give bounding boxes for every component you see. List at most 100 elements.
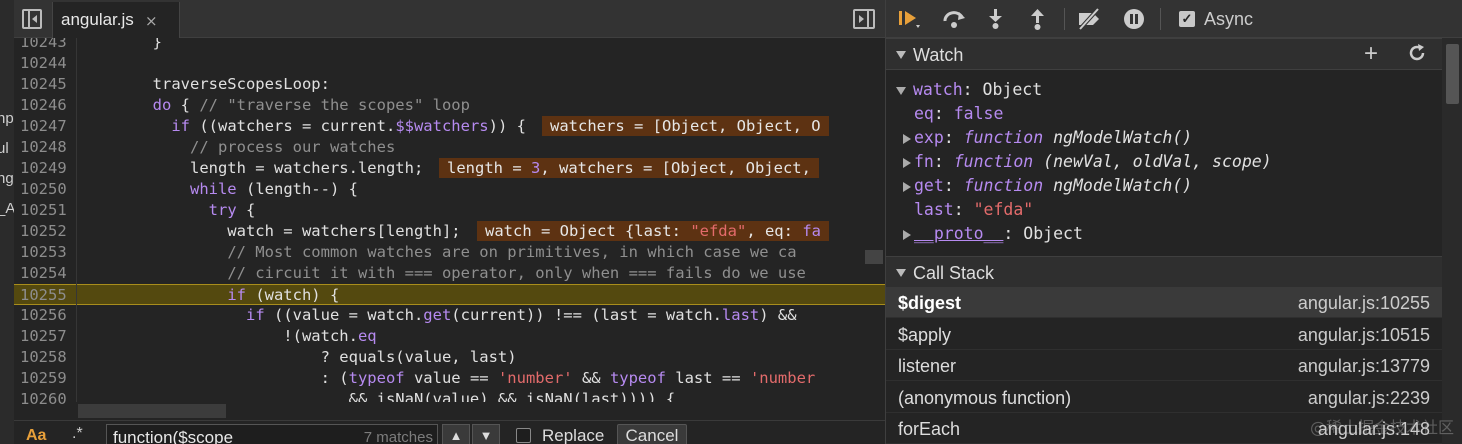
- code-line[interactable]: 10243 }: [14, 38, 885, 53]
- add-watch-button[interactable]: +: [1364, 42, 1378, 66]
- expand-icon[interactable]: [903, 182, 911, 192]
- code-area[interactable]: 10243 } 10244 10245 traverseScopesLoop: 102…: [14, 38, 885, 406]
- collapse-icon[interactable]: [896, 51, 906, 59]
- regex-button[interactable]: .*: [72, 425, 83, 443]
- code-line[interactable]: 10258 ? equals(value, last): [14, 347, 885, 368]
- code-line[interactable]: 10259 : (typeof value == 'number' && typ…: [14, 368, 885, 389]
- step-out-icon[interactable]: [1024, 6, 1052, 32]
- debugger-toolbar: ✓ Async: [886, 0, 1462, 38]
- code-line[interactable]: 10254 // circuit it with === operator, o…: [14, 263, 885, 284]
- vertical-scrollbar-thumb[interactable]: [865, 250, 883, 264]
- line-number[interactable]: 10246: [20, 95, 78, 116]
- expand-icon[interactable]: [903, 158, 911, 168]
- pause-on-exceptions-icon[interactable]: [1120, 6, 1148, 32]
- line-number[interactable]: 10245: [20, 74, 78, 95]
- navigator-fragment[interactable]: ul: [0, 140, 9, 157]
- watch-property-last[interactable]: last: "efda": [914, 198, 1033, 222]
- watch-property-proto[interactable]: __proto__: Object: [903, 222, 1083, 246]
- code-line[interactable]: 10253 // Most common watches are on prim…: [14, 242, 885, 263]
- expand-icon[interactable]: [903, 134, 911, 144]
- call-stack-frame[interactable]: $digest angular.js:10255: [886, 287, 1442, 318]
- tab-label: angular.js: [61, 10, 134, 29]
- code-line[interactable]: 10247 if ((watchers = current.$$watchers…: [14, 116, 885, 137]
- match-case-button[interactable]: Aa: [26, 427, 46, 444]
- line-number[interactable]: 10244: [20, 53, 78, 74]
- current-execution-line[interactable]: 10255 if (watch) {: [14, 284, 885, 305]
- navigator-fragment[interactable]: _A: [0, 200, 14, 217]
- replace-checkbox[interactable]: [516, 428, 531, 443]
- gutter-separator: [76, 38, 77, 406]
- watch-property-fn[interactable]: fn: function (newVal, oldVal, scope): [903, 150, 1272, 174]
- close-icon[interactable]: ×: [145, 12, 158, 30]
- code-line[interactable]: 10251 try {: [14, 200, 885, 221]
- toggle-sidebar-icon[interactable]: [853, 9, 875, 29]
- code-line[interactable]: 10256 if ((value = watch.get(current)) !…: [14, 305, 885, 326]
- line-number[interactable]: 10247: [20, 116, 78, 137]
- frame-function-name: listener: [898, 356, 957, 376]
- frame-location-link[interactable]: angular.js:13779: [1298, 356, 1430, 377]
- deactivate-breakpoints-icon[interactable]: [1076, 6, 1104, 32]
- line-source: do { // "traverse the scopes" loop: [152, 96, 470, 114]
- code-line[interactable]: 10249 length = watchers.length; length = …: [14, 158, 885, 179]
- tab-angular-js[interactable]: angular.js ×: [52, 2, 180, 38]
- call-stack-frame[interactable]: listener angular.js:13779: [886, 350, 1442, 381]
- watch-property-exp[interactable]: exp: function ngModelWatch(): [903, 126, 1192, 150]
- toolbar-divider: [1160, 8, 1161, 30]
- async-checkbox[interactable]: ✓: [1179, 11, 1195, 27]
- frame-location-link[interactable]: angular.js:10255: [1298, 293, 1430, 314]
- match-count: 7 matches: [363, 429, 433, 444]
- watch-property-get[interactable]: get: function ngModelWatch(): [903, 174, 1192, 198]
- code-line[interactable]: 10252 watch = watchers[length]; watch = O…: [14, 221, 885, 242]
- code-line[interactable]: 10250 while (length--) {: [14, 179, 885, 200]
- navigator-fragment[interactable]: np: [0, 110, 14, 127]
- search-input[interactable]: function($scope 7 matches: [106, 424, 438, 444]
- step-over-icon[interactable]: [940, 6, 968, 32]
- collapse-icon[interactable]: [896, 269, 906, 277]
- next-match-button[interactable]: ▼: [472, 424, 500, 444]
- frame-location-link[interactable]: angular.js:10515: [1298, 325, 1430, 346]
- line-number[interactable]: 10249: [20, 158, 78, 179]
- line-source: length = watchers.length;: [78, 159, 424, 177]
- line-number[interactable]: 10255: [20, 285, 78, 306]
- line-source: }: [78, 38, 162, 51]
- refresh-icon[interactable]: [1406, 42, 1428, 64]
- expand-icon[interactable]: [896, 87, 906, 95]
- code-line[interactable]: 10257 !(watch.eq: [14, 326, 885, 347]
- line-number[interactable]: 10260: [20, 389, 78, 406]
- inline-value: watch = Object {last: "efda", eq: fa: [477, 221, 829, 241]
- cancel-button[interactable]: Cancel: [617, 424, 687, 444]
- line-source: !(watch.eq: [78, 327, 377, 345]
- resume-icon[interactable]: [896, 6, 924, 32]
- horizontal-scrollbar[interactable]: [76, 402, 885, 418]
- step-into-icon[interactable]: [982, 6, 1010, 32]
- line-number[interactable]: 10256: [20, 305, 78, 326]
- navigator-fragment[interactable]: ng: [0, 170, 14, 187]
- line-number[interactable]: 10259: [20, 368, 78, 389]
- watch-header[interactable]: Watch: [886, 38, 1442, 70]
- code-line[interactable]: 10248 // process our watches: [14, 137, 885, 158]
- expand-icon[interactable]: [903, 230, 911, 240]
- toggle-navigator-icon[interactable]: [22, 9, 42, 29]
- code-line[interactable]: 10246 do { // "traverse the scopes" loop: [14, 95, 885, 116]
- call-stack-frame[interactable]: $apply angular.js:10515: [886, 319, 1442, 350]
- call-stack-frame[interactable]: (anonymous function) angular.js:2239: [886, 382, 1442, 413]
- line-number[interactable]: 10254: [20, 263, 78, 284]
- frame-location-link[interactable]: angular.js:2239: [1308, 388, 1430, 409]
- line-number[interactable]: 10250: [20, 179, 78, 200]
- sidebar-scrollbar[interactable]: [1442, 38, 1462, 444]
- watch-property-eq[interactable]: eq: false: [914, 102, 1003, 126]
- call-stack-header[interactable]: Call Stack: [886, 256, 1442, 288]
- line-number[interactable]: 10257: [20, 326, 78, 347]
- line-number[interactable]: 10253: [20, 242, 78, 263]
- line-number[interactable]: 10248: [20, 137, 78, 158]
- line-number[interactable]: 10252: [20, 221, 78, 242]
- line-number[interactable]: 10258: [20, 347, 78, 368]
- previous-match-button[interactable]: ▲: [442, 424, 470, 444]
- horizontal-scrollbar-thumb[interactable]: [78, 404, 226, 418]
- code-line[interactable]: 10244: [14, 53, 885, 74]
- sidebar-scrollbar-thumb[interactable]: [1446, 44, 1459, 104]
- code-line[interactable]: 10245 traverseScopesLoop:: [14, 74, 885, 95]
- line-number[interactable]: 10243: [20, 38, 78, 53]
- watch-item-watch[interactable]: watch: Object: [896, 78, 1042, 102]
- line-number[interactable]: 10251: [20, 200, 78, 221]
